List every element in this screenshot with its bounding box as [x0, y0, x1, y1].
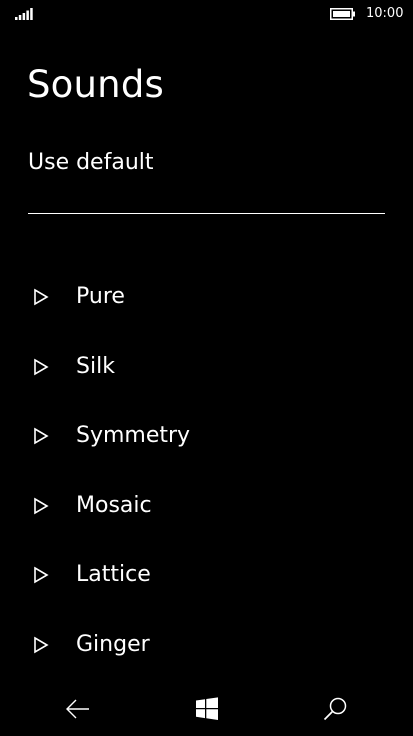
play-icon[interactable]	[33, 497, 49, 515]
page-title: Sounds	[27, 63, 164, 106]
play-icon[interactable]	[33, 427, 49, 445]
play-icon[interactable]	[33, 566, 49, 584]
sound-item-pure[interactable]: Pure	[0, 272, 413, 342]
windows-logo-icon[interactable]	[193, 695, 221, 723]
sound-list: Pure Silk Symmetry Mosaic Lattice Ginger	[0, 272, 413, 690]
sound-label: Lattice	[76, 562, 151, 588]
sound-item-ginger[interactable]: Ginger	[0, 620, 413, 690]
sound-label: Symmetry	[76, 423, 191, 449]
signal-bars-icon	[15, 8, 33, 20]
play-icon[interactable]	[33, 288, 49, 306]
play-icon[interactable]	[33, 358, 49, 376]
sound-item-lattice[interactable]: Lattice	[0, 550, 413, 620]
status-bar: 10:00	[0, 0, 413, 28]
sound-label: Ginger	[76, 631, 150, 657]
divider	[28, 213, 385, 214]
battery-icon	[330, 8, 355, 20]
use-default-option[interactable]: Use default	[28, 148, 154, 178]
sound-item-mosaic[interactable]: Mosaic	[0, 481, 413, 551]
search-icon[interactable]	[321, 695, 349, 723]
sound-label: Pure	[76, 284, 125, 309]
navigation-bar	[0, 683, 413, 736]
play-icon[interactable]	[33, 636, 49, 654]
sound-label: Silk	[76, 353, 115, 379]
status-clock: 10:00	[366, 6, 404, 21]
sound-item-silk[interactable]: Silk	[0, 342, 413, 412]
sound-item-symmetry[interactable]: Symmetry	[0, 411, 413, 481]
sound-label: Mosaic	[76, 492, 152, 518]
back-arrow-icon[interactable]	[64, 695, 92, 723]
